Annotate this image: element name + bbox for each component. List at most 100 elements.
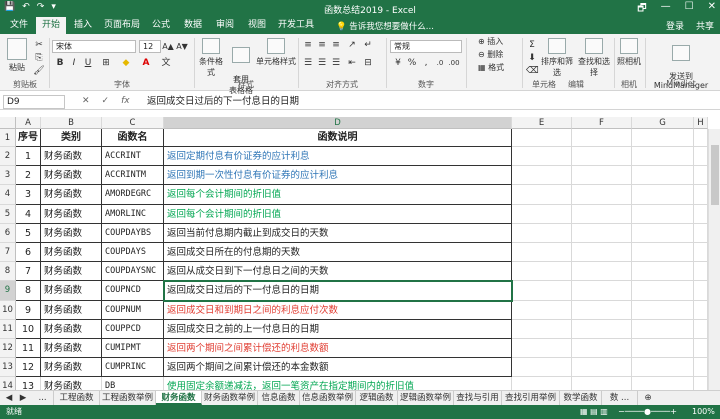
paste-button[interactable]: 粘贴 bbox=[4, 38, 30, 73]
tab-review[interactable]: 审阅 bbox=[210, 17, 240, 34]
insert-cells-button[interactable]: ⊕ 插入 bbox=[478, 36, 522, 47]
empty-cell[interactable] bbox=[694, 147, 708, 167]
sheet-tab-more-left[interactable]: ... bbox=[32, 391, 54, 405]
column-header-d[interactable]: D bbox=[164, 117, 512, 129]
sheet-tab[interactable]: 查找与引用 bbox=[454, 391, 502, 405]
cell-style-button[interactable]: 单元格样式 bbox=[256, 38, 296, 67]
category-cell[interactable]: 财务函数 bbox=[41, 281, 102, 301]
empty-cell[interactable] bbox=[694, 339, 708, 359]
empty-cell[interactable] bbox=[632, 166, 694, 186]
row-header[interactable]: 10 bbox=[0, 300, 16, 320]
category-cell[interactable]: 财务函数 bbox=[41, 223, 102, 243]
category-cell[interactable]: 财务函数 bbox=[41, 358, 102, 378]
customize-icon[interactable]: ▾ bbox=[51, 2, 56, 12]
comma-icon[interactable]: , bbox=[420, 58, 432, 69]
font-color-icon[interactable]: A bbox=[140, 58, 152, 69]
empty-cell[interactable] bbox=[512, 319, 572, 339]
align-top-icon[interactable]: ≡ bbox=[302, 40, 314, 51]
sort-filter-button[interactable]: 排序和筛选 bbox=[540, 38, 574, 78]
tab-data[interactable]: 数据 bbox=[178, 17, 208, 34]
empty-cell[interactable] bbox=[694, 204, 708, 224]
description-cell[interactable]: 返回定期付息有价证券的应计利息 bbox=[164, 147, 512, 167]
function-name-cell[interactable]: CUMPRINC bbox=[102, 358, 164, 378]
empty-cell[interactable] bbox=[632, 243, 694, 263]
function-name-cell[interactable]: ACCRINT bbox=[102, 147, 164, 167]
description-cell[interactable]: 返回从成交日到下一付息日之间的天数 bbox=[164, 262, 512, 282]
description-cell[interactable]: 返回两个期间之间累计偿还的利息数额 bbox=[164, 339, 512, 359]
empty-cell[interactable] bbox=[512, 243, 572, 263]
header-cell[interactable]: 函数说明 bbox=[164, 129, 512, 147]
cut-icon[interactable]: ✂ bbox=[33, 40, 45, 51]
empty-cell[interactable] bbox=[572, 319, 632, 339]
fill-color-icon[interactable]: ◆ bbox=[120, 58, 132, 69]
empty-cell[interactable] bbox=[632, 339, 694, 359]
category-cell[interactable]: 财务函数 bbox=[41, 147, 102, 167]
minimize-button[interactable]: — bbox=[661, 1, 671, 18]
wrap-text-icon[interactable]: ↵ bbox=[362, 40, 374, 51]
align-bottom-icon[interactable]: ≡ bbox=[330, 40, 342, 51]
category-cell[interactable]: 财务函数 bbox=[41, 166, 102, 186]
empty-cell[interactable] bbox=[512, 166, 572, 186]
redo-icon[interactable]: ↷ bbox=[37, 2, 45, 12]
category-cell[interactable]: 财务函数 bbox=[41, 262, 102, 282]
empty-cell[interactable] bbox=[632, 319, 694, 339]
description-cell[interactable]: 返回每个会计期间的折旧值 bbox=[164, 204, 512, 224]
row-header[interactable]: 4 bbox=[0, 185, 16, 205]
function-name-cell[interactable]: COUPDAYBS bbox=[102, 223, 164, 243]
column-header-a[interactable]: A bbox=[16, 117, 41, 129]
column-header-f[interactable]: F bbox=[572, 117, 632, 129]
bold-icon[interactable]: B bbox=[54, 58, 66, 69]
empty-cell[interactable] bbox=[694, 300, 708, 320]
row-header[interactable]: 3 bbox=[0, 166, 16, 186]
fill-icon[interactable]: ⬇ bbox=[526, 53, 538, 64]
sign-in-link[interactable]: 登录 bbox=[666, 19, 684, 32]
function-name-cell[interactable]: COUPNCD bbox=[102, 281, 164, 301]
empty-cell[interactable] bbox=[572, 243, 632, 263]
empty-cell[interactable] bbox=[632, 281, 694, 301]
description-cell[interactable]: 返回成交日和到期日之间的利息应付次数 bbox=[164, 300, 512, 320]
row-number-cell[interactable]: 6 bbox=[16, 243, 41, 263]
row-number-cell[interactable]: 9 bbox=[16, 300, 41, 320]
empty-cell[interactable] bbox=[572, 166, 632, 186]
row-number-cell[interactable]: 7 bbox=[16, 262, 41, 282]
sheet-tab-more-right[interactable]: 数 ... bbox=[602, 391, 638, 405]
empty-cell[interactable] bbox=[572, 281, 632, 301]
align-right-icon[interactable]: ☰ bbox=[330, 58, 342, 69]
tab-home[interactable]: 开始 bbox=[36, 17, 66, 34]
empty-cell[interactable] bbox=[632, 358, 694, 378]
tab-insert[interactable]: 插入 bbox=[68, 17, 98, 34]
empty-cell[interactable] bbox=[632, 147, 694, 167]
description-cell[interactable]: 返回成交日之前的上一付息日的日期 bbox=[164, 319, 512, 339]
description-cell[interactable]: 返回到期一次性付息有价证券的应计利息 bbox=[164, 166, 512, 186]
description-cell[interactable]: 返回每个会计期间的折旧值 bbox=[164, 185, 512, 205]
empty-cell[interactable] bbox=[512, 129, 572, 147]
align-middle-icon[interactable]: ≡ bbox=[316, 40, 328, 51]
decrease-indent-icon[interactable]: ⇤ bbox=[346, 58, 358, 69]
sheet-tab[interactable]: 工程函数举例 bbox=[100, 391, 156, 405]
function-name-cell[interactable]: CUMIPMT bbox=[102, 339, 164, 359]
align-left-icon[interactable]: ☰ bbox=[302, 58, 314, 69]
increase-decimal-icon[interactable]: .0 bbox=[434, 58, 446, 69]
empty-cell[interactable] bbox=[694, 319, 708, 339]
tab-formulas[interactable]: 公式 bbox=[146, 17, 176, 34]
font-name-select[interactable]: 宋体 bbox=[52, 40, 136, 53]
row-number-cell[interactable]: 8 bbox=[16, 281, 41, 301]
category-cell[interactable]: 财务函数 bbox=[41, 185, 102, 205]
sheet-tab[interactable]: 查找引用举例 bbox=[502, 391, 560, 405]
empty-cell[interactable] bbox=[632, 185, 694, 205]
empty-cell[interactable] bbox=[512, 223, 572, 243]
function-name-cell[interactable]: AMORDEGRC bbox=[102, 185, 164, 205]
row-number-cell[interactable]: 1 bbox=[16, 147, 41, 167]
shrink-font-icon[interactable]: A▼ bbox=[176, 41, 188, 52]
function-name-cell[interactable]: AMORLINC bbox=[102, 204, 164, 224]
phonetic-icon[interactable]: 文 bbox=[160, 58, 172, 69]
delete-cells-button[interactable]: ⊖ 删除 bbox=[478, 49, 522, 60]
sheet-tab-active[interactable]: 财务函数 bbox=[156, 391, 202, 405]
empty-cell[interactable] bbox=[632, 300, 694, 320]
function-name-cell[interactable]: ACCRINTM bbox=[102, 166, 164, 186]
empty-cell[interactable] bbox=[572, 147, 632, 167]
empty-cell[interactable] bbox=[694, 262, 708, 282]
function-name-cell[interactable]: COUPDAYSNC bbox=[102, 262, 164, 282]
cancel-icon[interactable]: ✕ bbox=[82, 96, 90, 106]
empty-cell[interactable] bbox=[572, 358, 632, 378]
